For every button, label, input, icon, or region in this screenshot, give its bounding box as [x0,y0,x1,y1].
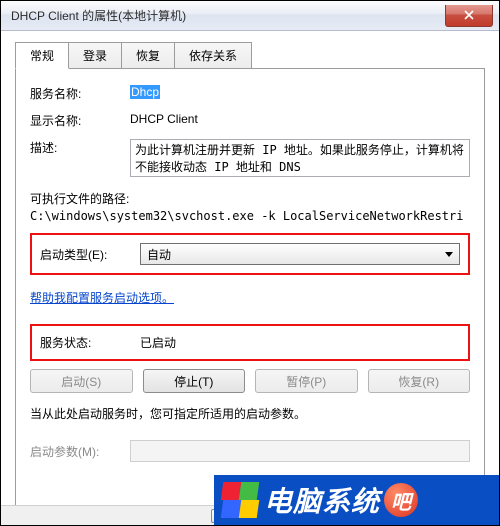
tab-general[interactable]: 常规 [15,42,69,69]
startup-type-label: 启动类型(E): [40,246,140,263]
startup-type-combobox[interactable]: 自动 [140,243,460,265]
title-bar: DHCP Client 的属性(本地计算机) [1,1,499,31]
service-status-label: 服务状态: [40,334,140,351]
tab-panel-general: 服务名称: Dhcp 显示名称: DHCP Client 描述: 可执行文件的路… [15,68,485,508]
tab-recovery[interactable]: 恢复 [122,42,175,69]
row-service-status: 服务状态: 已启动 [40,334,460,351]
row-display-name: 显示名称: DHCP Client [30,112,470,129]
window-title: DHCP Client 的属性(本地计算机) [11,7,186,24]
description-value-wrap [130,139,470,180]
display-name-value: DHCP Client [130,112,470,126]
watermark: 电脑系统 吧 [214,475,499,525]
exe-path-block: 可执行文件的路径: C:\windows\system32\svchost.ex… [30,190,470,223]
highlight-startup-type: 启动类型(E): 自动 [30,233,470,275]
start-params-label: 启动参数(M): [30,443,130,460]
service-name-label: 服务名称: [30,85,130,102]
tab-logon[interactable]: 登录 [69,42,122,69]
chevron-down-icon [445,252,453,257]
dialog-body: 常规 登录 恢复 依存关系 服务名称: Dhcp 显示名称: DHCP Clie… [1,31,499,508]
start-params-note: 当从此处启动服务时，您可指定所适用的启动参数。 [30,405,470,422]
row-service-name: 服务名称: Dhcp [30,85,470,102]
exe-path-value: C:\windows\system32\svchost.exe -k Local… [30,209,470,223]
help-link[interactable]: 帮助我配置服务启动选项。 [30,289,174,306]
watermark-badge: 吧 [384,483,418,517]
stop-button[interactable]: 停止(T) [143,369,246,393]
description-textarea[interactable] [130,139,470,177]
startup-type-value: 自动 [147,246,171,263]
tab-strip: 常规 登录 恢复 依存关系 [15,41,485,68]
tab-dependencies[interactable]: 依存关系 [175,42,252,69]
close-button[interactable] [445,5,493,27]
start-params-input [130,440,470,462]
start-button: 启动(S) [30,369,133,393]
resume-button: 恢复(R) [368,369,471,393]
windows-logo-icon [222,482,258,518]
service-status-value: 已启动 [140,334,460,351]
close-icon [464,10,474,20]
highlight-service-status: 服务状态: 已启动 [30,324,470,361]
exe-path-label: 可执行文件的路径: [30,190,470,207]
display-name-label: 显示名称: [30,112,130,129]
row-description: 描述: [30,139,470,180]
row-start-params: 启动参数(M): [30,440,470,462]
pause-button: 暂停(P) [255,369,358,393]
service-name-selected[interactable]: Dhcp [130,85,160,99]
service-name-value: Dhcp [130,85,470,99]
watermark-text: 电脑系统 [264,480,380,520]
description-label: 描述: [30,139,130,156]
row-startup-type: 启动类型(E): 自动 [40,243,460,265]
service-control-buttons: 启动(S) 停止(T) 暂停(P) 恢复(R) [30,369,470,393]
